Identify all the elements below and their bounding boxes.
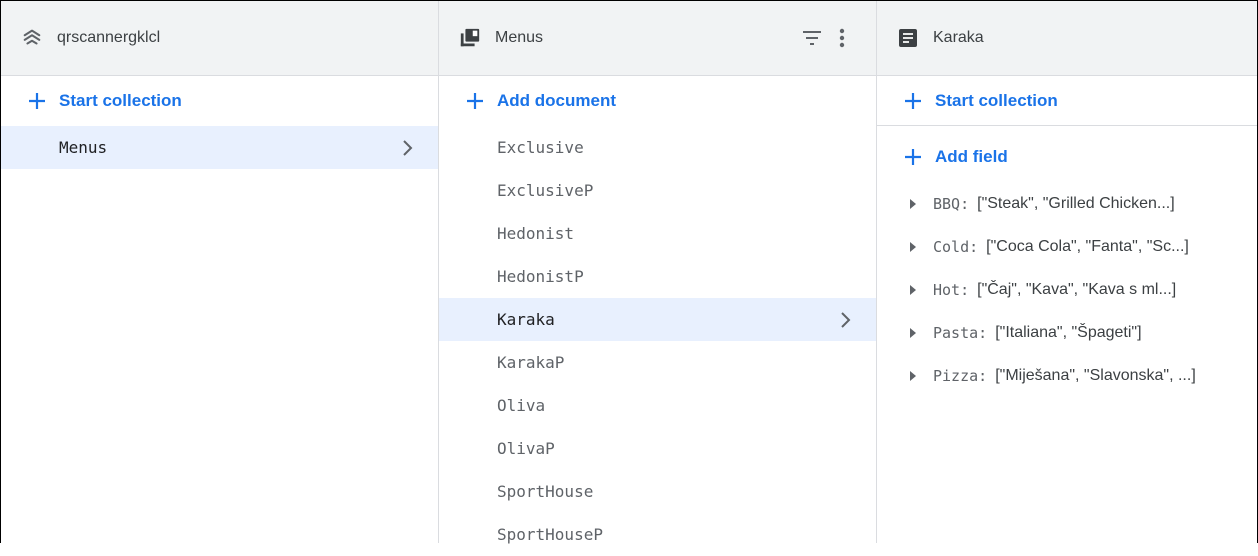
more-vert-icon[interactable] (830, 26, 854, 50)
document-column: Karaka Start collection Add field BBQ: [… (877, 1, 1257, 543)
start-collection-label: Start collection (59, 91, 182, 110)
collection-column: Menus Add document Exclusive ExclusiveP … (439, 1, 877, 544)
document-item-label: Karaka (497, 310, 555, 329)
add-field-label: Add field (935, 147, 1008, 166)
document-item-label: KarakaP (497, 353, 565, 372)
firestore-stack-icon (21, 27, 43, 49)
expand-arrow-icon[interactable] (909, 327, 917, 338)
field-row-pizza[interactable]: Pizza: ["Miješana", "Slavonska", ...] (877, 354, 1257, 397)
document-item-label: OlivaP (497, 439, 555, 458)
filter-icon[interactable] (800, 26, 824, 50)
field-colon: : (978, 366, 988, 385)
field-colon: : (960, 280, 970, 299)
document-start-collection-button[interactable]: Start collection (877, 76, 1257, 126)
document-item-sporthousep[interactable]: SportHouseP (439, 513, 876, 556)
field-row-hot[interactable]: Hot: ["Čaj", "Kava", "Kava s ml...] (877, 268, 1257, 311)
field-value: ["Miješana", "Slavonska", ...] (995, 366, 1196, 384)
root-title: qrscannergklcl (57, 29, 161, 46)
document-item-label: HedonistP (497, 267, 584, 286)
field-row-bbq[interactable]: BBQ: ["Steak", "Grilled Chicken...] (877, 182, 1257, 225)
root-column-header: qrscannergklcl (1, 1, 438, 76)
document-title: Karaka (933, 29, 984, 46)
plus-icon (465, 91, 485, 111)
start-collection-button[interactable]: Start collection (1, 76, 438, 126)
field-value: ["Italiana", "Špageti"] (995, 323, 1142, 341)
document-icon (897, 27, 919, 49)
document-item-exclusivep[interactable]: ExclusiveP (439, 169, 876, 212)
document-item-olivap[interactable]: OlivaP (439, 427, 876, 470)
collection-column-header: Menus (439, 1, 876, 76)
collection-header-actions (800, 26, 854, 50)
field-colon: : (960, 194, 970, 213)
collection-icon (459, 27, 481, 49)
document-item-hedonistp[interactable]: HedonistP (439, 255, 876, 298)
document-item-sporthouse[interactable]: SportHouse (439, 470, 876, 513)
document-item-oliva[interactable]: Oliva (439, 384, 876, 427)
field-key: Pasta (933, 323, 979, 342)
document-item-label: SportHouseP (497, 525, 603, 544)
expand-arrow-icon[interactable] (909, 198, 917, 209)
expand-arrow-icon[interactable] (909, 241, 917, 252)
start-collection-label: Start collection (935, 90, 1058, 110)
firestore-data-viewer: qrscannergklcl Start collection Menus Me… (0, 0, 1258, 544)
document-item-exclusive[interactable]: Exclusive (439, 126, 876, 169)
document-column-header: Karaka (877, 1, 1257, 76)
field-row-pasta[interactable]: Pasta: ["Italiana", "Špageti"] (877, 311, 1257, 354)
field-key: Hot (933, 280, 961, 299)
collection-title: Menus (495, 29, 544, 46)
field-key: Pizza (933, 366, 979, 385)
field-colon: : (978, 323, 988, 342)
add-document-label: Add document (497, 91, 616, 110)
collection-item-label: Menus (59, 138, 108, 157)
field-key: BBQ (933, 194, 961, 213)
document-item-label: Oliva (497, 396, 546, 415)
add-document-button[interactable]: Add document (439, 76, 876, 126)
field-key: Cold (933, 237, 970, 256)
document-item-karaka[interactable]: Karaka (439, 298, 876, 341)
plus-icon (903, 91, 923, 111)
document-item-label: SportHouse (497, 482, 594, 501)
chevron-right-icon (840, 311, 852, 329)
root-column: qrscannergklcl Start collection Menus (1, 1, 439, 543)
expand-arrow-icon[interactable] (909, 284, 917, 295)
collection-item-menus[interactable]: Menus (1, 126, 438, 169)
field-colon: : (969, 237, 979, 256)
document-item-label: Exclusive (497, 138, 584, 157)
field-value: ["Čaj", "Kava", "Kava s ml...] (977, 280, 1177, 298)
field-value: ["Coca Cola", "Fanta", "Sc...] (986, 237, 1189, 255)
plus-icon (903, 147, 923, 167)
chevron-right-icon (402, 139, 414, 157)
document-item-label: ExclusiveP (497, 181, 594, 200)
plus-icon (27, 91, 47, 111)
document-item-karakap[interactable]: KarakaP (439, 341, 876, 384)
field-value: ["Steak", "Grilled Chicken...] (977, 194, 1175, 212)
document-item-label: Hedonist (497, 224, 575, 243)
expand-arrow-icon[interactable] (909, 370, 917, 381)
field-row-cold[interactable]: Cold: ["Coca Cola", "Fanta", "Sc...] (877, 225, 1257, 268)
add-field-button[interactable]: Add field (877, 126, 1257, 182)
document-item-hedonist[interactable]: Hedonist (439, 212, 876, 255)
